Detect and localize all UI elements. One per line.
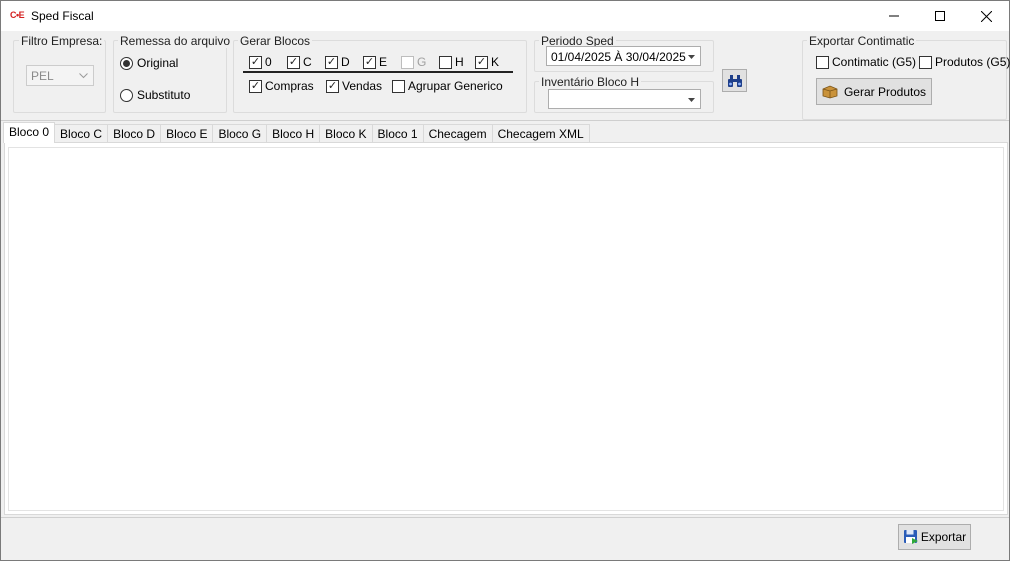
radio-substituto-label: Substituto <box>137 88 191 102</box>
check-icon: ✓ <box>326 79 339 93</box>
footer-bar <box>1 517 1009 560</box>
check-icon: ✓ <box>287 55 300 69</box>
caret-down-icon <box>688 49 695 61</box>
block-d-label: D <box>341 55 350 69</box>
check-icon: ✓ <box>249 55 262 69</box>
binoculars-icon <box>727 74 742 87</box>
block-d-checkbox[interactable]: ✓ D <box>325 55 350 69</box>
radio-original-indicator <box>120 56 133 70</box>
block-g-label: G <box>417 55 427 69</box>
block-k-label: K <box>491 55 500 69</box>
remessa-legend: Remessa do arquivo <box>118 34 233 48</box>
exportar-label: Exportar <box>920 530 967 544</box>
filtro-empresa-legend: Filtro Empresa: <box>19 34 105 48</box>
exportar-contimatic-legend: Exportar Contimatic <box>807 34 917 48</box>
compras-checkbox[interactable]: ✓ Compras <box>249 79 314 93</box>
close-button[interactable] <box>963 1 1009 31</box>
tab-bloco-1[interactable]: Bloco 1 <box>371 124 424 143</box>
empresa-select-value: PEL <box>31 69 54 83</box>
maximize-button[interactable] <box>917 1 963 31</box>
check-icon: ✓ <box>363 55 376 69</box>
check-icon: ✓ <box>325 55 338 69</box>
block-h-label: H <box>455 55 464 69</box>
block-g-checkbox[interactable]: G <box>401 55 426 69</box>
block-c-label: C <box>303 55 312 69</box>
tab-bloco-e[interactable]: Bloco E <box>160 124 214 143</box>
agrupar-generico-checkbox[interactable]: Agrupar Generico <box>392 79 503 93</box>
block-0-label: 0 <box>265 55 272 69</box>
block-c-checkbox[interactable]: ✓ C <box>287 55 312 69</box>
chevron-down-icon <box>79 68 88 81</box>
gerar-produtos-label: Gerar Produtos <box>843 84 927 99</box>
caret-down-icon <box>688 92 695 104</box>
save-export-icon <box>903 530 918 544</box>
gerar-produtos-button[interactable]: Gerar Produtos <box>816 78 932 105</box>
minimize-icon <box>889 15 899 17</box>
tab-bloco-k[interactable]: Bloco K <box>319 124 373 143</box>
checkbox-empty-icon <box>439 55 452 69</box>
exportar-button[interactable]: Exportar <box>898 524 971 550</box>
compras-label: Compras <box>265 79 314 93</box>
sped-fiscal-window: C•E Sped Fiscal Filtro Empresa: PEL Reme… <box>0 0 1010 561</box>
block-content-area <box>8 147 1004 511</box>
gerar-blocos-group: Gerar Blocos <box>233 34 527 113</box>
tab-bloco-g[interactable]: Bloco G <box>212 124 268 143</box>
produtos-g5-checkbox[interactable]: Produtos (G5) <box>919 55 1010 69</box>
tab-bloco-h[interactable]: Bloco H <box>266 124 321 143</box>
search-button[interactable] <box>722 69 747 92</box>
empresa-select[interactable]: PEL <box>26 65 94 86</box>
check-icon: ✓ <box>475 55 488 69</box>
agrupar-generico-label: Agrupar Generico <box>408 79 503 93</box>
gerar-blocos-legend: Gerar Blocos <box>238 34 313 48</box>
tab-checagem[interactable]: Checagem <box>422 124 493 143</box>
produtos-g5-label: Produtos (G5) <box>935 55 1010 69</box>
tab-bloco-d[interactable]: Bloco D <box>107 124 162 143</box>
block-k-checkbox[interactable]: ✓ K <box>475 55 499 69</box>
contimatic-g5-checkbox[interactable]: Contimatic (G5) <box>816 55 916 69</box>
periodo-select[interactable]: 01/04/2025 À 30/04/2025 <box>546 46 701 66</box>
check-icon: ✓ <box>249 79 262 93</box>
vendas-label: Vendas <box>342 79 383 93</box>
blocks-divider <box>243 71 513 73</box>
block-h-checkbox[interactable]: H <box>439 55 464 69</box>
close-icon <box>980 10 992 22</box>
maximize-icon <box>935 11 945 21</box>
checkbox-empty-icon <box>816 55 829 69</box>
radio-original[interactable]: Original <box>120 56 178 70</box>
window-title: Sped Fiscal <box>31 9 94 23</box>
tab-bloco-0[interactable]: Bloco 0 <box>3 122 56 143</box>
contimatic-g5-label: Contimatic (G5) <box>832 55 917 69</box>
periodo-select-value: 01/04/2025 À 30/04/2025 <box>551 50 686 64</box>
block-e-label: E <box>379 55 388 69</box>
radio-original-label: Original <box>137 56 179 70</box>
minimize-button[interactable] <box>871 1 917 31</box>
tab-checagem-xml[interactable]: Checagem XML <box>491 124 590 143</box>
checkbox-empty-icon <box>401 55 414 69</box>
title-bar: C•E Sped Fiscal <box>1 1 1009 31</box>
tab-bloco-c[interactable]: Bloco C <box>54 124 109 143</box>
tab-content-panel <box>4 142 1008 515</box>
block-e-checkbox[interactable]: ✓ E <box>363 55 387 69</box>
radio-substituto-indicator <box>120 88 133 102</box>
inventario-select[interactable] <box>548 89 701 109</box>
block-0-checkbox[interactable]: ✓ 0 <box>249 55 272 69</box>
remessa-group: Remessa do arquivo <box>113 34 233 113</box>
block-tabs: Bloco 0 Bloco C Bloco D Bloco E Bloco G … <box>3 122 590 143</box>
checkbox-empty-icon <box>919 55 932 69</box>
checkbox-empty-icon <box>392 79 405 93</box>
package-icon <box>822 85 838 98</box>
radio-substituto[interactable]: Substituto <box>120 88 190 102</box>
app-logo-icon: C•E <box>10 10 25 20</box>
vendas-checkbox[interactable]: ✓ Vendas <box>326 79 382 93</box>
inventario-legend: Inventário Bloco H <box>539 75 642 89</box>
